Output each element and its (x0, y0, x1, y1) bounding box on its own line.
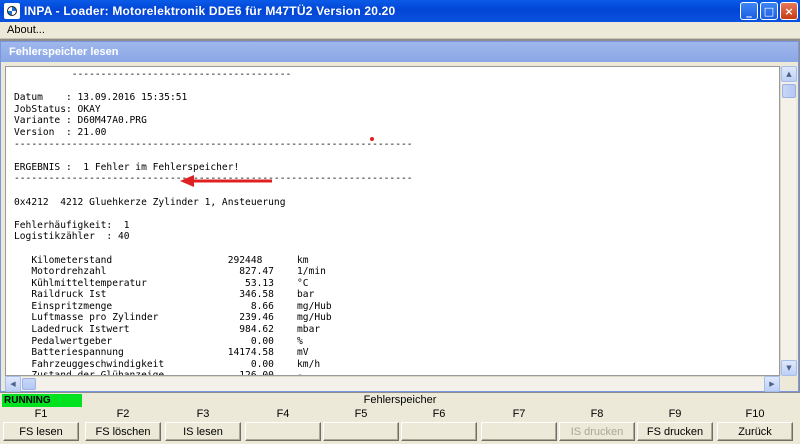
bmw-logo-icon[interactable] (4, 3, 20, 19)
listing-line: Batteriespannung 14174.58 mV (14, 347, 779, 359)
listing-line (14, 150, 779, 162)
fkey-f9-button[interactable]: FS drucken (637, 422, 713, 441)
fkey-f10-button[interactable]: Zurück (717, 422, 793, 441)
fkey-label: F5 (322, 407, 400, 421)
fkey-f4-button[interactable] (245, 422, 321, 441)
maximize-button[interactable]: □ (760, 2, 778, 20)
child-window-title: Fehlerspeicher lesen (1, 42, 798, 62)
fkey-f2: F2FS löschen (84, 407, 162, 441)
status-row: Fehlerspeicher RUNNING (0, 393, 800, 407)
minimize-button[interactable]: _ (740, 2, 758, 20)
fkey-f9: F9FS drucken (636, 407, 714, 441)
fkey-f7: F7 (480, 407, 558, 441)
menu-item-about[interactable]: About... (4, 24, 48, 36)
scroll-up-button[interactable]: ▲ (781, 66, 797, 82)
listing-line: Datum : 13.09.2016 15:35:51 (14, 92, 779, 104)
fkey-label: F6 (400, 407, 478, 421)
scroll-right-button[interactable]: ▶ (764, 376, 780, 392)
function-key-bar: F1FS lesenF2FS löschenF3IS lesenF4F5F6F7… (0, 407, 800, 444)
listing-line: Pedalwertgeber 0.00 % (14, 336, 779, 348)
scroll-down-button[interactable]: ▼ (781, 360, 797, 376)
fkey-f1-button[interactable]: FS lesen (3, 422, 79, 441)
fkey-f6-button[interactable] (401, 422, 477, 441)
vertical-scroll-thumb[interactable] (782, 84, 796, 98)
fkey-label: F1 (2, 407, 80, 421)
listing-line: Kilometerstand 292448 km (14, 255, 779, 267)
listing-line: Ladedruck Istwert 984.62 mbar (14, 324, 779, 336)
fkey-f1: F1FS lesen (2, 407, 80, 441)
fkey-f4: F4 (244, 407, 322, 441)
window-titlebar[interactable]: INPA - Loader: Motorelektronik DDE6 für … (0, 0, 800, 22)
listing-line: Fahrzeuggeschwindigkeit 0.00 km/h (14, 359, 779, 371)
fkey-f8-button[interactable]: IS drucken (559, 422, 635, 441)
listing-line: Version : 21.00 (14, 127, 779, 139)
child-window: Fehlerspeicher lesen -------------------… (0, 41, 799, 392)
listing-line: Fehlerhäufigkeit: 1 (14, 220, 779, 232)
red-dot-marker (369, 136, 375, 142)
listing-line (14, 185, 779, 197)
listing-line: Kühlmitteltemperatur 53.13 °C (14, 278, 779, 290)
horizontal-scroll-thumb[interactable] (22, 378, 36, 390)
listing-text: -------------------------------------- Da… (6, 67, 779, 376)
listing-line (14, 208, 779, 220)
close-button[interactable]: × (780, 2, 798, 20)
fkey-f2-button[interactable]: FS löschen (85, 422, 161, 441)
window-title: INPA - Loader: Motorelektronik DDE6 für … (24, 4, 395, 18)
listing-line (14, 81, 779, 93)
running-status-badge: RUNNING (2, 394, 82, 407)
listing-line: Variante : D60M47A0.PRG (14, 115, 779, 127)
fkey-label: F10 (716, 407, 794, 421)
fkey-f3: F3IS lesen (164, 407, 242, 441)
horizontal-scrollbar[interactable]: ◀ ▶ (5, 376, 780, 391)
fkey-label: F9 (636, 407, 714, 421)
function-group-label: Fehlerspeicher (0, 394, 800, 406)
fkey-label: F2 (84, 407, 162, 421)
fkey-f10: F10Zurück (716, 407, 794, 441)
window-controls: _ □ × (740, 2, 798, 20)
result-listing[interactable]: -------------------------------------- Da… (5, 66, 780, 376)
fkey-f3-button[interactable]: IS lesen (165, 422, 241, 441)
vertical-scrollbar[interactable]: ▲ ▼ (780, 66, 796, 376)
fkey-f6: F6 (400, 407, 478, 441)
fkey-f5: F5 (322, 407, 400, 441)
listing-line: ----------------------------------------… (14, 173, 779, 185)
menu-bar: About... (0, 22, 800, 39)
listing-line: ERGEBNIS : 1 Fehler im Fehlerspeicher! (14, 162, 779, 174)
listing-line: Raildruck Ist 346.58 bar (14, 289, 779, 301)
fkey-f7-button[interactable] (481, 422, 557, 441)
listing-line: 0x4212 4212 Gluehkerze Zylinder 1, Anste… (14, 197, 779, 209)
red-arrow-icon (180, 174, 274, 188)
fkey-label: F7 (480, 407, 558, 421)
scroll-left-button[interactable]: ◀ (5, 376, 21, 392)
fkey-f5-button[interactable] (323, 422, 399, 441)
listing-line (14, 243, 779, 255)
listing-line: ----------------------------------------… (14, 139, 779, 151)
fkey-label: F3 (164, 407, 242, 421)
listing-line: JobStatus: OKAY (14, 104, 779, 116)
listing-line: Motordrehzahl 827.47 1/min (14, 266, 779, 278)
listing-line: Luftmasse pro Zylinder 239.46 mg/Hub (14, 312, 779, 324)
fkey-label: F8 (558, 407, 636, 421)
fkey-f8: F8IS drucken (558, 407, 636, 441)
fkey-label: F4 (244, 407, 322, 421)
listing-line: Logistikzähler : 40 (14, 231, 779, 243)
listing-line: Einspritzmenge 8.66 mg/Hub (14, 301, 779, 313)
listing-line: -------------------------------------- (14, 69, 779, 81)
